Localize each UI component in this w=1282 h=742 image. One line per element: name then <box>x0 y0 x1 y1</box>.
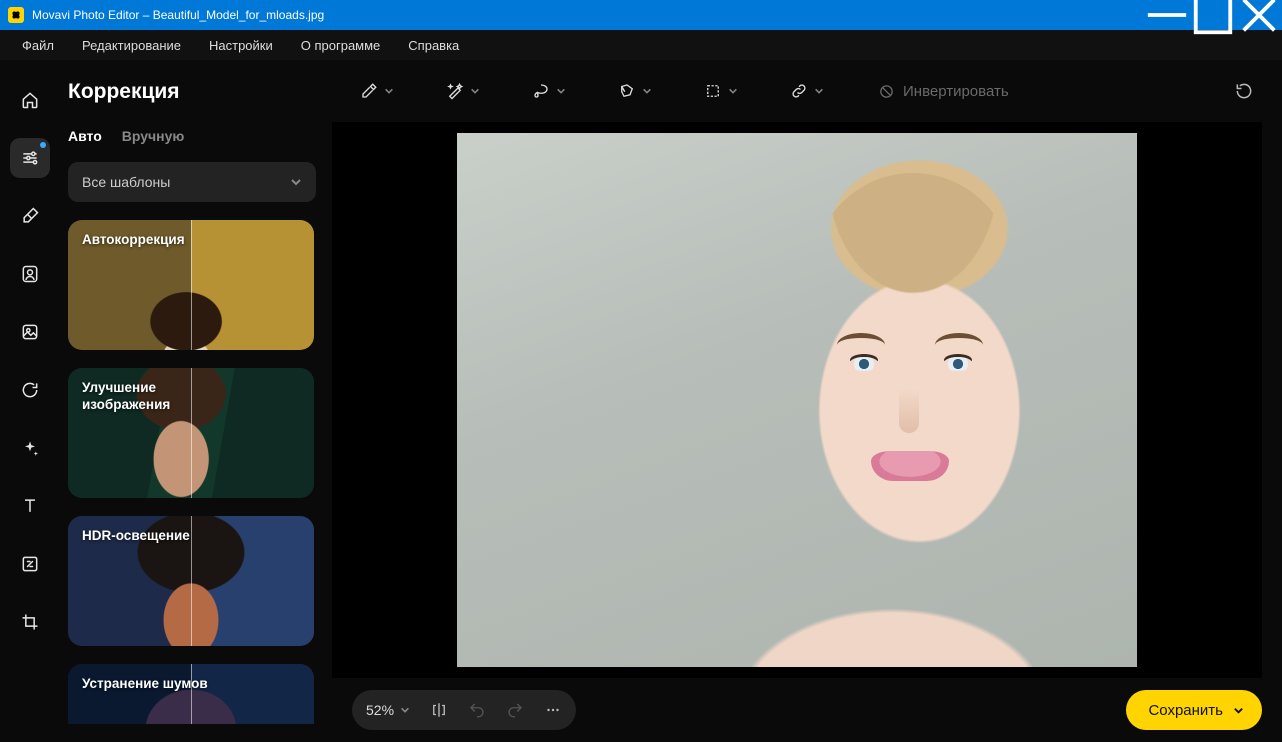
menu-settings[interactable]: Настройки <box>195 30 287 60</box>
menu-file[interactable]: Файл <box>8 30 68 60</box>
app-logo-icon <box>8 7 24 23</box>
tool-rail <box>0 60 60 742</box>
titlebar: Movavi Photo Editor – Beautiful_Model_fo… <box>0 0 1282 30</box>
chevron-down-icon <box>290 176 302 188</box>
close-button[interactable] <box>1236 0 1282 30</box>
preset-list[interactable]: Автокоррекция Улучшение изображения HDR-… <box>68 220 316 742</box>
reset-button[interactable] <box>1226 73 1262 109</box>
preset-enhance[interactable]: Улучшение изображения <box>68 368 314 498</box>
before-after-divider <box>191 220 192 350</box>
view-controls: 52% <box>352 690 576 730</box>
chevron-down-icon <box>384 86 394 96</box>
preset-label: Устранение шумов <box>82 676 208 693</box>
menu-about[interactable]: О программе <box>287 30 395 60</box>
tab-manual[interactable]: Вручную <box>122 128 185 144</box>
more-button[interactable] <box>544 701 562 719</box>
chevron-down-icon <box>728 86 738 96</box>
preset-category-select[interactable]: Все шаблоны <box>68 162 316 202</box>
eraser-icon[interactable] <box>10 196 50 236</box>
chevron-down-icon <box>400 705 410 715</box>
select-label: Все шаблоны <box>82 174 170 190</box>
before-after-divider <box>191 516 192 646</box>
active-indicator <box>40 142 46 148</box>
effects-icon[interactable] <box>10 312 50 352</box>
edited-photo <box>457 133 1137 667</box>
minimize-button[interactable] <box>1144 0 1190 30</box>
invert-selection: Инвертировать <box>868 83 1019 100</box>
save-button[interactable]: Сохранить <box>1126 690 1262 730</box>
zoom-level[interactable]: 52% <box>366 702 410 718</box>
canvas-area: Инвертировать 52% <box>332 60 1282 742</box>
sliders-icon[interactable] <box>10 138 50 178</box>
save-label: Сохранить <box>1148 702 1223 719</box>
panel-tabs: Авто Вручную <box>68 128 316 144</box>
side-panel: Коррекция Авто Вручную Все шаблоны Авток… <box>60 60 332 742</box>
chevron-down-icon <box>642 86 652 96</box>
window-title: Movavi Photo Editor – Beautiful_Model_fo… <box>32 8 1144 22</box>
refresh-icon[interactable] <box>10 370 50 410</box>
polygon-lasso-tool[interactable] <box>610 73 660 109</box>
preset-denoise[interactable]: Устранение шумов <box>68 664 314 724</box>
invert-icon <box>878 83 895 100</box>
panel-title: Коррекция <box>68 80 316 104</box>
top-toolbar: Инвертировать <box>332 60 1282 122</box>
chevron-down-icon <box>814 86 824 96</box>
magic-wand-tool[interactable] <box>438 73 488 109</box>
redo-button[interactable] <box>506 701 524 719</box>
tab-auto[interactable]: Авто <box>68 128 102 144</box>
marquee-tool[interactable] <box>696 73 746 109</box>
eyedropper-tool[interactable] <box>352 73 402 109</box>
resize-icon[interactable] <box>10 544 50 584</box>
menubar: Файл Редактирование Настройки О программ… <box>0 30 1282 60</box>
menu-edit[interactable]: Редактирование <box>68 30 195 60</box>
chevron-down-icon <box>556 86 566 96</box>
image-viewport[interactable] <box>332 122 1262 678</box>
menu-help[interactable]: Справка <box>394 30 473 60</box>
preset-hdr[interactable]: HDR-освещение <box>68 516 314 646</box>
chevron-down-icon <box>470 86 480 96</box>
preset-autocorrection[interactable]: Автокоррекция <box>68 220 314 350</box>
chevron-down-icon <box>1233 705 1244 716</box>
portrait-icon[interactable] <box>10 254 50 294</box>
text-icon[interactable] <box>10 486 50 526</box>
maximize-button[interactable] <box>1190 0 1236 30</box>
undo-button[interactable] <box>468 701 486 719</box>
sparkle-icon[interactable] <box>10 428 50 468</box>
crop-icon[interactable] <box>10 602 50 642</box>
preset-label: Улучшение изображения <box>82 380 232 414</box>
home-icon[interactable] <box>10 80 50 120</box>
lasso-tool[interactable] <box>524 73 574 109</box>
zoom-value: 52% <box>366 702 394 718</box>
bottom-bar: 52% Сохранить <box>332 678 1282 742</box>
preset-label: Автокоррекция <box>82 232 185 249</box>
invert-label: Инвертировать <box>903 83 1009 100</box>
before-after-divider <box>191 664 192 724</box>
link-tool[interactable] <box>782 73 832 109</box>
compare-button[interactable] <box>430 701 448 719</box>
preset-label: HDR-освещение <box>82 528 190 545</box>
